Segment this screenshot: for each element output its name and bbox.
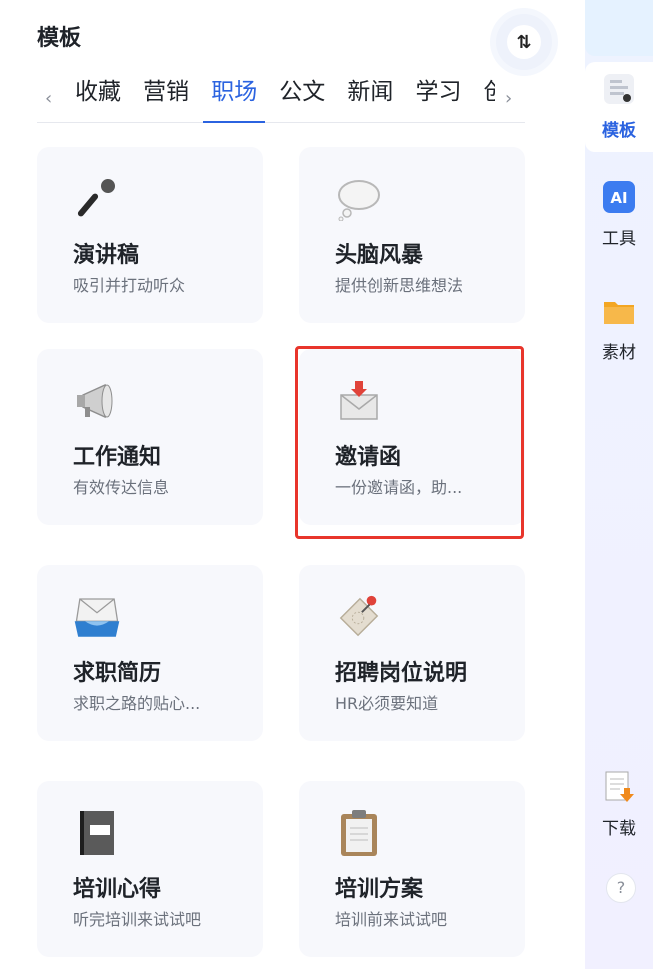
template-card[interactable]: 头脑风暴 提供创新思维想法 [299,147,525,323]
tabs-prev-arrow-icon[interactable]: ‹ [45,88,52,109]
sidebar-item-tools[interactable]: AI 工具 [585,180,653,249]
template-card[interactable]: 演讲稿 吸引并打动听众 [37,147,263,323]
sidebar-item-label: 工具 [602,229,636,249]
help-button[interactable]: ? [606,873,636,903]
template-card[interactable]: 培训心得 听完培训来试试吧 [37,781,263,957]
template-card[interactable]: 工作通知 有效传达信息 [37,349,263,525]
card-desc: 提供创新思维想法 [335,276,464,295]
card-desc: 有效传达信息 [73,478,170,497]
sidebar-item-materials[interactable]: 素材 [585,294,653,363]
card-desc: 吸引并打动听众 [73,276,186,295]
card-desc: HR必须要知道 [335,694,439,713]
template-card[interactable]: 培训方案 培训前来试试吧 [299,781,525,957]
tab-study[interactable]: 学习 [415,64,461,123]
tab-official-docs[interactable]: 公文 [279,64,325,123]
ai-badge-text: AI [610,189,627,207]
template-card[interactable]: 求职简历 求职之路的贴心... [37,565,263,741]
clipboard-icon [335,809,383,857]
card-title: 培训方案 [335,877,424,902]
card-desc: 求职之路的贴心... [73,694,201,713]
selection-highlight [295,346,524,539]
card-desc: 听完培训来试试吧 [73,910,202,929]
sort-toggle-button[interactable]: ⇅ [496,14,552,70]
microphone-icon [73,175,121,223]
folder-icon [602,294,636,328]
template-icon [602,72,636,106]
tab-creative[interactable]: 创 [484,64,495,123]
notebook-icon [73,809,121,857]
sidebar-item-templates[interactable]: 模板 [585,62,653,152]
sidebar-item-label: 下载 [602,819,636,839]
card-title: 培训心得 [73,877,162,902]
tab-marketing[interactable]: 营销 [143,64,189,123]
sidebar-top-strip [585,0,653,56]
tag-pin-icon [335,593,383,641]
thought-cloud-icon [335,175,383,223]
card-title: 求职简历 [73,661,162,686]
template-card[interactable]: 招聘岗位说明 HR必须要知道 [299,565,525,741]
tab-strip: 收藏 营销 职场 公文 新闻 学习 创 [75,64,495,123]
tab-workplace[interactable]: 职场 [203,64,266,123]
tab-favorites[interactable]: 收藏 [75,64,121,123]
sidebar-item-download[interactable]: 下载 [585,770,653,839]
panel-title: 模板 [37,26,82,51]
ai-tool-icon: AI [602,180,636,214]
megaphone-icon [73,377,121,425]
sidebar-item-label: 模板 [602,121,636,141]
tabs-next-arrow-icon[interactable]: › [505,88,512,109]
mail-tray-icon [73,593,121,641]
sort-icon: ⇅ [507,25,541,59]
card-title: 工作通知 [73,445,162,470]
tab-news[interactable]: 新闻 [347,64,393,123]
card-title: 头脑风暴 [335,243,424,268]
right-sidebar: 模板 AI 工具 素材 下载 [585,0,653,969]
template-panel: 模板 ⇅ ‹ 收藏 营销 职场 公文 新闻 学习 创 › 演讲稿 吸引并打动听众 [0,0,585,969]
card-title: 演讲稿 [73,243,140,268]
download-doc-icon [602,770,636,804]
sidebar-item-label: 素材 [602,343,636,363]
category-tabs: ‹ 收藏 营销 职场 公文 新闻 学习 创 › [37,64,525,123]
card-desc: 培训前来试试吧 [335,910,448,929]
card-title: 招聘岗位说明 [335,661,468,686]
